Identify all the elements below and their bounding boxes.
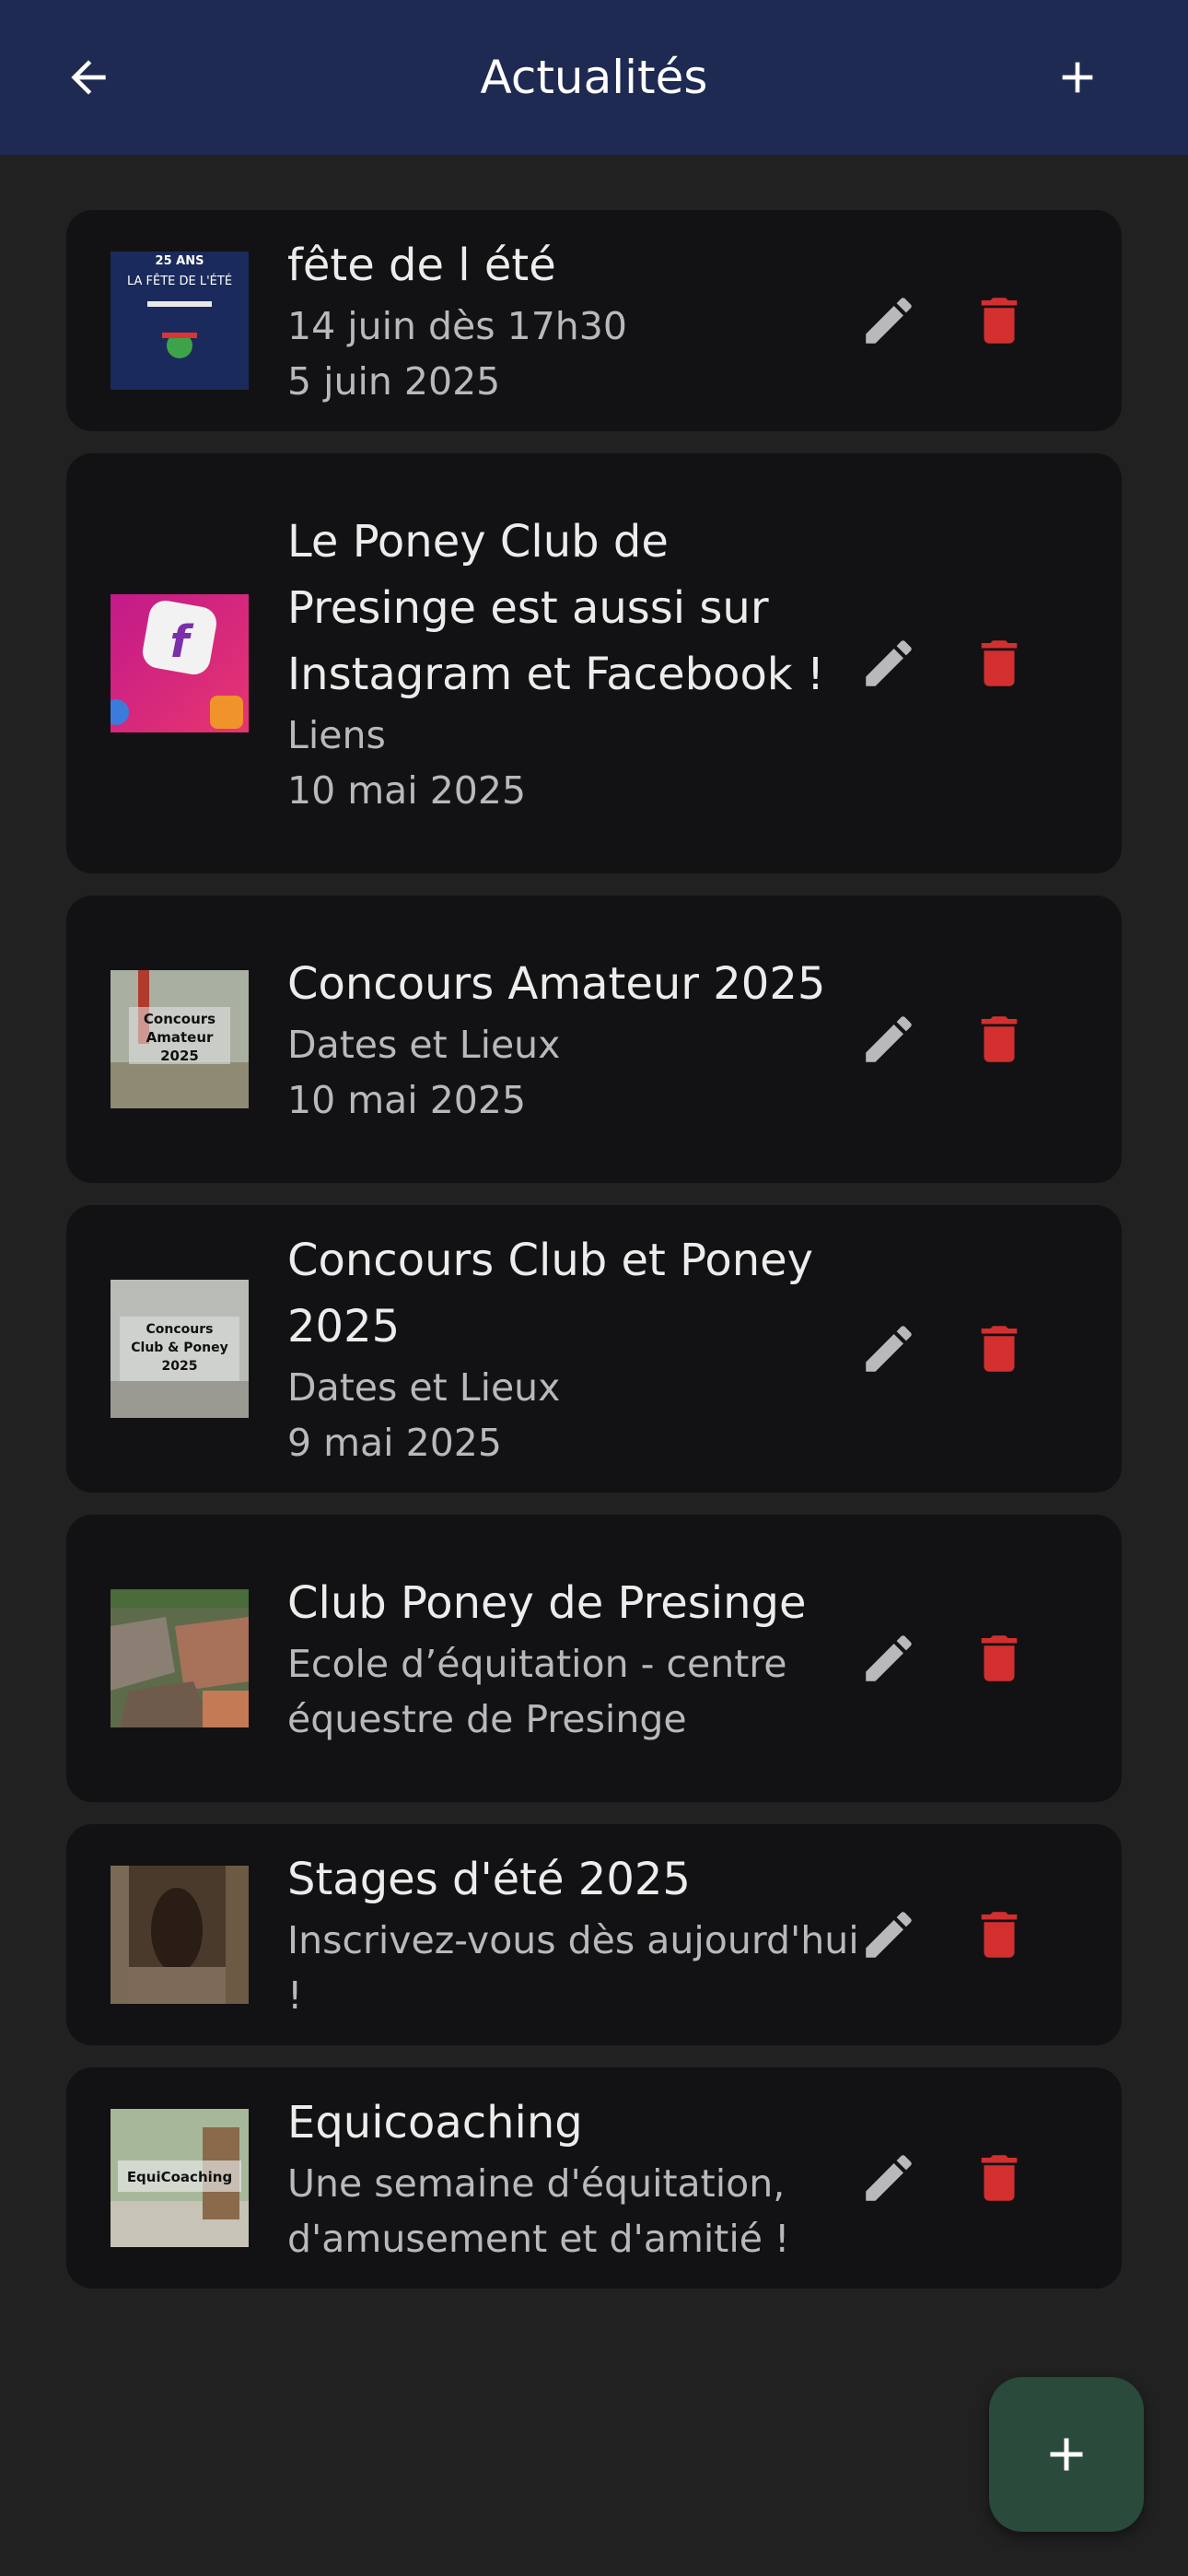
news-item[interactable]: EquiCoaching Equicoaching Une semaine d'… <box>66 2067 1122 2289</box>
news-subtitle: Dates et Lieux <box>287 1023 561 1067</box>
trash-icon <box>981 1326 1018 1372</box>
svg-text:Concours: Concours <box>146 1322 214 1337</box>
delete-button[interactable] <box>967 288 1031 353</box>
svg-text:2025: 2025 <box>162 1359 198 1374</box>
news-date: 10 mai 2025 <box>287 1078 527 1122</box>
svg-text:LA FÊTE DE L'ÉTÉ: LA FÊTE DE L'ÉTÉ <box>127 274 232 288</box>
trash-icon <box>981 1635 1018 1681</box>
svg-text:Club & Poney: Club & Poney <box>131 1341 228 1355</box>
edit-button[interactable] <box>856 1317 921 1381</box>
news-title: Club Poney de Presinge <box>287 1577 807 1629</box>
trash-icon <box>981 1912 1018 1958</box>
plus-icon <box>1050 2438 1083 2471</box>
news-item[interactable]: f Le Poney Club de Presinge est aussi su… <box>66 453 1122 873</box>
pencil-icon <box>866 1912 912 1958</box>
news-title: Le Poney Club de Presinge est aussi sur … <box>287 516 825 700</box>
svg-text:EquiCoaching: EquiCoaching <box>127 2169 232 2185</box>
trash-icon <box>981 298 1018 344</box>
news-title: Stages d'été 2025 <box>287 1854 691 1905</box>
edit-button[interactable] <box>856 2146 921 2210</box>
pencil-icon <box>866 298 912 344</box>
edit-button[interactable] <box>856 1007 921 1071</box>
page-title: Actualités <box>480 51 708 104</box>
news-title: fête de l été <box>287 240 556 291</box>
news-item[interactable]: 25 ANS LA FÊTE DE L'ÉTÉ fête de l été 14… <box>66 210 1122 431</box>
news-thumbnail <box>111 1866 249 2004</box>
plus-icon <box>1062 62 1093 93</box>
svg-text:Concours: Concours <box>144 1011 215 1027</box>
news-thumbnail: f <box>111 594 249 732</box>
news-thumbnail: Concours Club & Poney 2025 <box>111 1280 249 1418</box>
news-subtitle: Liens <box>287 713 386 757</box>
edit-button[interactable] <box>856 1626 921 1691</box>
trash-icon <box>981 1016 1018 1062</box>
news-title: Concours Club et Poney 2025 <box>287 1235 814 1352</box>
svg-text:Amateur: Amateur <box>146 1029 214 1046</box>
add-news-fab[interactable] <box>989 2377 1144 2532</box>
news-subtitle: Dates et Lieux <box>287 1365 561 1410</box>
trash-icon <box>981 2155 1018 2201</box>
trash-icon <box>981 640 1018 686</box>
news-subtitle: Inscrivez-vous dès aujourd'hui ! <box>287 1918 859 2018</box>
news-item[interactable]: Club Poney de Presinge Ecole d’équitatio… <box>66 1515 1122 1802</box>
delete-button[interactable] <box>967 631 1031 696</box>
news-subtitle: Une semaine d'équitation, d'amusement et… <box>287 2161 790 2261</box>
delete-button[interactable] <box>967 1317 1031 1381</box>
edit-button[interactable] <box>856 631 921 696</box>
arrow-back-icon <box>71 60 106 95</box>
delete-button[interactable] <box>967 1626 1031 1691</box>
pencil-icon <box>866 1326 912 1372</box>
pencil-icon <box>866 1016 912 1062</box>
svg-text:2025: 2025 <box>160 1048 199 1064</box>
edit-button[interactable] <box>856 288 921 353</box>
app-bar: Actualités <box>0 0 1188 155</box>
delete-button[interactable] <box>967 1007 1031 1071</box>
pencil-icon <box>866 2155 912 2201</box>
back-button[interactable] <box>53 42 123 112</box>
news-thumbnail: EquiCoaching <box>111 2109 249 2247</box>
news-date: 10 mai 2025 <box>287 768 527 813</box>
news-item[interactable]: Concours Club & Poney 2025 Concours Club… <box>66 1205 1122 1493</box>
pencil-icon <box>866 640 912 686</box>
delete-button[interactable] <box>967 1903 1031 1967</box>
news-thumbnail <box>111 1589 249 1727</box>
news-item[interactable]: Concours Amateur 2025 Concours Amateur 2… <box>66 896 1122 1183</box>
news-date: 9 mai 2025 <box>287 1421 502 1465</box>
news-date: 5 juin 2025 <box>287 359 501 404</box>
news-title: Concours Amateur 2025 <box>287 958 826 1010</box>
news-list: 25 ANS LA FÊTE DE L'ÉTÉ fête de l été 14… <box>66 210 1122 2311</box>
svg-text:25 ANS: 25 ANS <box>156 254 204 268</box>
add-button[interactable] <box>1042 42 1112 112</box>
delete-button[interactable] <box>967 2146 1031 2210</box>
news-thumbnail: Concours Amateur 2025 <box>111 970 249 1108</box>
news-subtitle: Ecole d’équitation - centre équestre de … <box>287 1642 787 1741</box>
news-title: Equicoaching <box>287 2097 583 2149</box>
news-item[interactable]: Stages d'été 2025 Inscrivez-vous dès auj… <box>66 1824 1122 2045</box>
edit-button[interactable] <box>856 1903 921 1967</box>
news-thumbnail: 25 ANS LA FÊTE DE L'ÉTÉ <box>111 252 249 390</box>
news-subtitle: 14 juin dès 17h30 <box>287 304 627 348</box>
pencil-icon <box>866 1635 912 1681</box>
